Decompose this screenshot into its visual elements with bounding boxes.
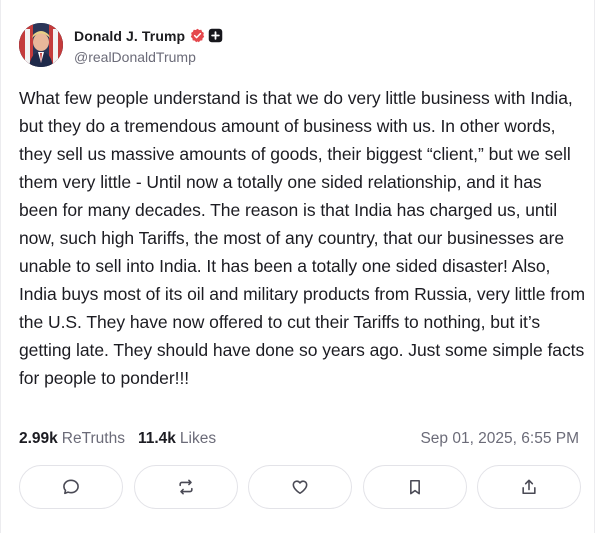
repost-icon [178,479,193,495]
author-names: Donald J. Trump @realDonaldTrump [74,26,223,65]
bookmark-button[interactable] [362,465,467,509]
display-name[interactable]: Donald J. Trump [74,28,185,44]
post-card: Donald J. Trump @realDonaldTrump What fe… [0,0,595,533]
share-button[interactable] [477,465,581,509]
profile-avatar-image [19,23,63,67]
bookmark-icon [409,479,420,495]
retruths-count[interactable]: 2.99k [19,430,58,448]
action-bar [19,465,581,509]
likes-label[interactable]: Likes [180,430,216,448]
share-icon [522,479,536,495]
retruth-button[interactable] [133,465,238,509]
verified-badge-icon [191,28,205,43]
reply-button[interactable] [19,465,123,509]
retruths-label[interactable]: ReTruths [62,430,125,448]
post-stats: 2.99k ReTruths 11.4k Likes Sep 01, 2025,… [19,428,579,450]
name-row: Donald J. Trump [74,26,223,46]
post-timestamp[interactable]: Sep 01, 2025, 6:55 PM [420,430,579,448]
like-button[interactable] [248,465,352,509]
avatar[interactable] [19,23,63,67]
comment-icon [63,479,79,495]
likes-count[interactable]: 11.4k [138,430,176,448]
post-body-text: What few people understand is that we do… [19,88,586,388]
heart-icon [292,480,308,495]
plus-badge-icon [208,28,223,43]
handle[interactable]: @realDonaldTrump [74,49,223,65]
post-header: Donald J. Trump @realDonaldTrump [19,22,223,68]
